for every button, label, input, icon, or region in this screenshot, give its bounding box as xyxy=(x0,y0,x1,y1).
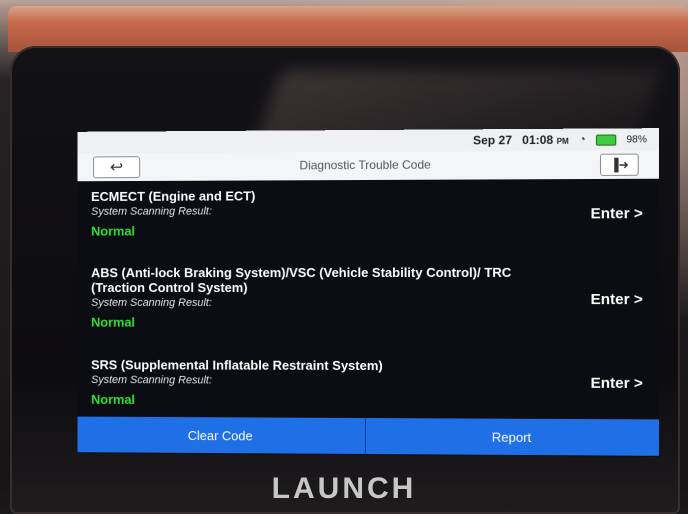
brand-logo: LAUNCH xyxy=(271,472,417,505)
enter-button[interactable]: Enter > xyxy=(591,291,643,308)
exit-door-icon: ▐➜ xyxy=(609,157,629,172)
system-title: ABS (Anti-lock Braking System)/VSC (Vehi… xyxy=(91,264,512,295)
scan-result-label: System Scanning Result: xyxy=(91,205,212,218)
list-item[interactable]: SRS (Supplemental Inflatable Restraint S… xyxy=(91,357,643,409)
status-time: 01:08 PM xyxy=(522,133,569,147)
scan-result-value: Normal xyxy=(91,391,136,407)
system-title: ECMECT (Engine and ECT) xyxy=(91,188,256,204)
enter-button[interactable]: Enter > xyxy=(591,375,643,392)
battery-icon xyxy=(595,133,617,146)
exit-button[interactable]: ▐➜ xyxy=(599,153,639,176)
clear-code-button[interactable]: Clear Code xyxy=(77,416,366,455)
status-date: Sep 27 xyxy=(472,133,513,148)
bottom-action-bar: Clear Code Report xyxy=(77,416,660,456)
list-item[interactable]: ABS (Anti-lock Braking System)/VSC (Vehi… xyxy=(91,265,643,331)
report-button[interactable]: Report xyxy=(365,418,660,456)
page-title: Diagnostic Trouble Code xyxy=(299,157,431,173)
status-ampm: PM xyxy=(556,136,569,146)
status-bar: Sep 27 01:08 PM ◔ 98% xyxy=(77,128,660,154)
enter-button[interactable]: Enter > xyxy=(591,205,643,222)
system-list: ECMECT (Engine and ECT) System Scanning … xyxy=(77,178,660,427)
list-item[interactable]: ECMECT (Engine and ECT) System Scanning … xyxy=(91,187,643,239)
battery-percent: 98% xyxy=(626,133,647,146)
status-time-value: 01:08 xyxy=(522,132,554,148)
scan-result-label: System Scanning Result: xyxy=(91,296,212,309)
system-title: SRS (Supplemental Inflatable Restraint S… xyxy=(91,357,383,374)
scan-result-value: Normal xyxy=(91,314,136,330)
title-bar: ↩ Diagnostic Trouble Code ▐➜ xyxy=(77,150,660,183)
device-screen: Sep 27 01:08 PM ◔ 98% ↩ Diagnostic Troub… xyxy=(77,128,660,457)
scan-result-value: Normal xyxy=(91,223,136,239)
wifi-icon: ◔ xyxy=(578,133,586,146)
scan-result-label: System Scanning Result: xyxy=(91,374,212,387)
